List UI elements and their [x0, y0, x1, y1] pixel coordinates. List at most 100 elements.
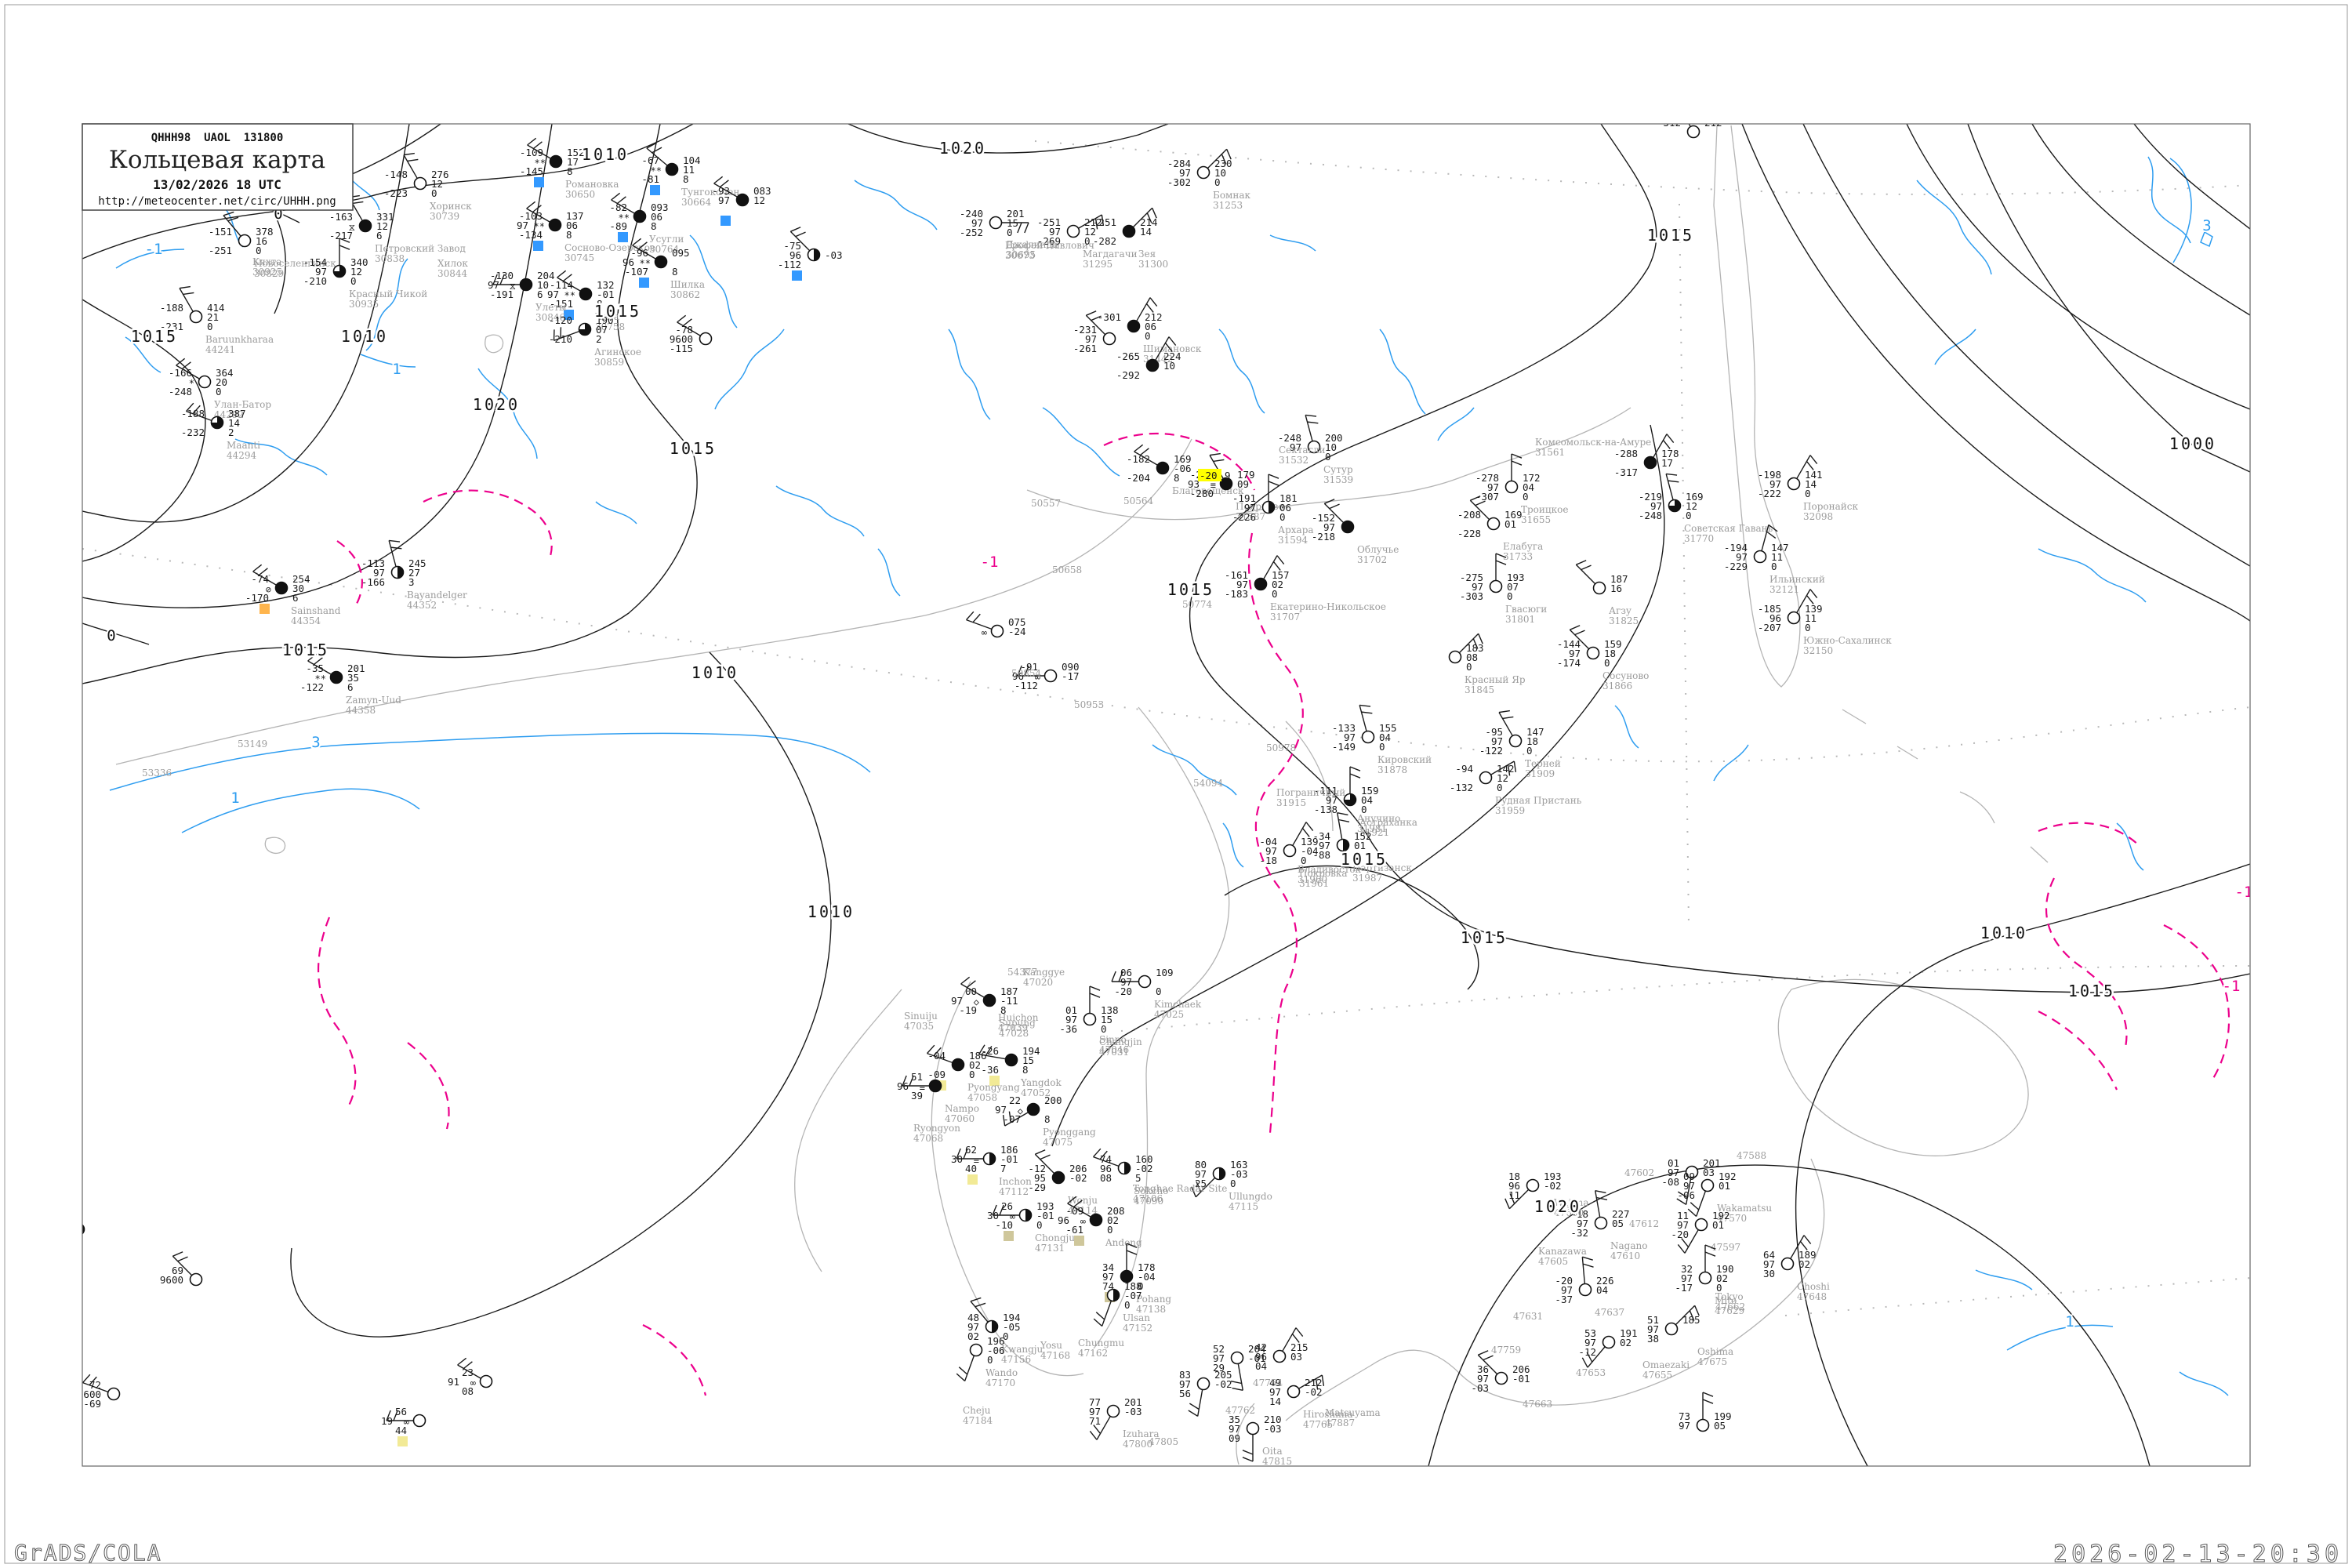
river-line: [2179, 1371, 2229, 1396]
cloud-code-value: 0: [1523, 491, 1529, 503]
place-name: Ryongyon: [913, 1123, 960, 1134]
station-name: Усугли: [649, 234, 684, 245]
cloud-code-value: 6: [537, 289, 543, 300]
place-id: 50557: [1031, 498, 1061, 509]
place-label: Yosu47168: [1040, 1340, 1070, 1361]
isobar-line: [2031, 124, 2250, 316]
place-label: 50557: [1031, 498, 1061, 509]
station-name: Облучье: [1357, 544, 1399, 555]
precip-marker-square: [533, 241, 543, 251]
station-name: Andong: [1105, 1237, 1142, 1248]
cloud-code-value: 0: [1604, 657, 1610, 669]
place-label: 54377: [1007, 967, 1037, 978]
station-circle: [1089, 1213, 1103, 1227]
station-name: Зея: [1138, 249, 1156, 260]
temperature-value: -82: [609, 201, 627, 213]
isobar-label: 1020: [1534, 1197, 1581, 1216]
place-label: 47759: [1491, 1345, 1521, 1356]
station-circle: [1602, 1335, 1616, 1349]
precip-marker-square: [534, 177, 544, 187]
station-name: Романовка: [565, 179, 619, 190]
place-name: Сектагли: [1279, 445, 1325, 456]
dewpoint-value: -17: [1675, 1282, 1693, 1294]
dewpoint-value: -20: [1114, 985, 1132, 997]
pressure-value: 185: [1682, 1314, 1700, 1326]
dewpoint-value: -36: [981, 1064, 999, 1076]
station-circle: [238, 234, 252, 248]
temperature-value: -301: [1098, 311, 1121, 323]
station-name: Maanti: [227, 440, 260, 451]
place-name: Tokyo: [1715, 1291, 1744, 1302]
station-plot: -148-223276120Хоринск30739: [384, 152, 472, 222]
place-id: 47759: [1491, 1345, 1521, 1356]
visibility-value: 97: [718, 194, 730, 206]
weather-symbol: ∞: [982, 627, 987, 638]
wind-barb: [1349, 766, 1361, 793]
station-id: 47058: [967, 1092, 997, 1103]
place-id: 54377: [1007, 967, 1037, 978]
cloud-code-value: 0: [1526, 745, 1533, 757]
place-label: Chungmu47162: [1078, 1338, 1124, 1359]
front-line: [1247, 532, 1304, 1134]
isallobar-label: 0: [107, 627, 115, 644]
cloud-code-value: 8: [567, 165, 573, 177]
place-name: Tonghae Radar Site: [1133, 1183, 1227, 1194]
cloud-code-value: 0: [1272, 588, 1278, 600]
dewpoint-value: -223: [384, 187, 408, 199]
dewpoint-value: -18: [1259, 855, 1277, 866]
place-id: 47046: [1099, 1044, 1129, 1055]
dewpoint-value: -210: [303, 275, 327, 287]
dewpoint-value: 08: [1100, 1172, 1112, 1184]
title-box: QHHH98 UAOL 131800 Кольцевая карта 13/02…: [82, 123, 354, 211]
place-id: 31981: [1357, 823, 1387, 834]
place-id: 47805: [1149, 1436, 1178, 1447]
precip-marker-square: [260, 604, 270, 614]
place-name: Chungmu: [1078, 1338, 1124, 1348]
tendency-value: -03: [825, 249, 843, 261]
station-name: Терней: [1525, 758, 1561, 769]
isallobar-label: 3: [311, 734, 320, 751]
station-plot: 2630 ∞-10193-010Chongju47131: [987, 1200, 1075, 1254]
station-circle: [1196, 1377, 1210, 1391]
station-id: 47170: [985, 1377, 1015, 1388]
tendency-value: -02: [1214, 1378, 1232, 1390]
station-id: 30838: [375, 253, 405, 264]
river-line: [1222, 822, 1244, 868]
precip-marker-square: [397, 1436, 408, 1446]
place-label: 53336: [142, 768, 172, 779]
dewpoint-value: -32: [1570, 1227, 1588, 1239]
dewpoint-value: 40: [965, 1163, 977, 1174]
cloud-code-value: 0: [431, 187, 437, 199]
tendency-value: 02: [1620, 1337, 1632, 1348]
dewpoint-value: -37: [1555, 1294, 1573, 1305]
station-circle: [654, 255, 668, 269]
dewpoint-value: -122: [1479, 745, 1503, 757]
station-name: Тунгокочен: [681, 187, 739, 198]
station-plot: -28497-302230100Бомнак31253: [1167, 148, 1251, 211]
precip-marker-square: [1074, 1236, 1084, 1246]
station-circle: [1686, 125, 1700, 139]
station-name: Южно-Сахалинск: [1803, 635, 1892, 646]
place-id: 30695: [1006, 249, 1036, 260]
wind-barb: [1665, 473, 1679, 500]
isobar-label: 1015: [1341, 850, 1388, 869]
tendency-value: 05: [1714, 1420, 1726, 1432]
station-id: 47115: [1229, 1201, 1258, 1212]
cloud-code-value: 0: [987, 1354, 993, 1366]
station-plot: -19497-229147110Ильинский32121: [1724, 524, 1825, 595]
station-circle: [928, 1079, 942, 1093]
wind-barb: [1581, 1256, 1594, 1284]
temperature-value: 23: [462, 1367, 474, 1378]
station-plot: -14497-174159180Сосуново31866: [1557, 625, 1649, 691]
place-id: 47035: [904, 1021, 934, 1032]
station-plot: 359709210-03Oita47815: [1229, 1414, 1292, 1466]
cloud-code-value: 6: [347, 681, 354, 693]
station-circle: [1489, 579, 1503, 593]
station-circle: [1145, 358, 1160, 372]
station-id: 31770: [1684, 533, 1714, 544]
station-name: Sainshand: [291, 605, 341, 616]
temperature-value: -120: [549, 314, 572, 326]
place-id: 50658: [1052, 564, 1082, 575]
place-id: 47162: [1078, 1348, 1108, 1359]
front-line: [642, 1324, 707, 1396]
